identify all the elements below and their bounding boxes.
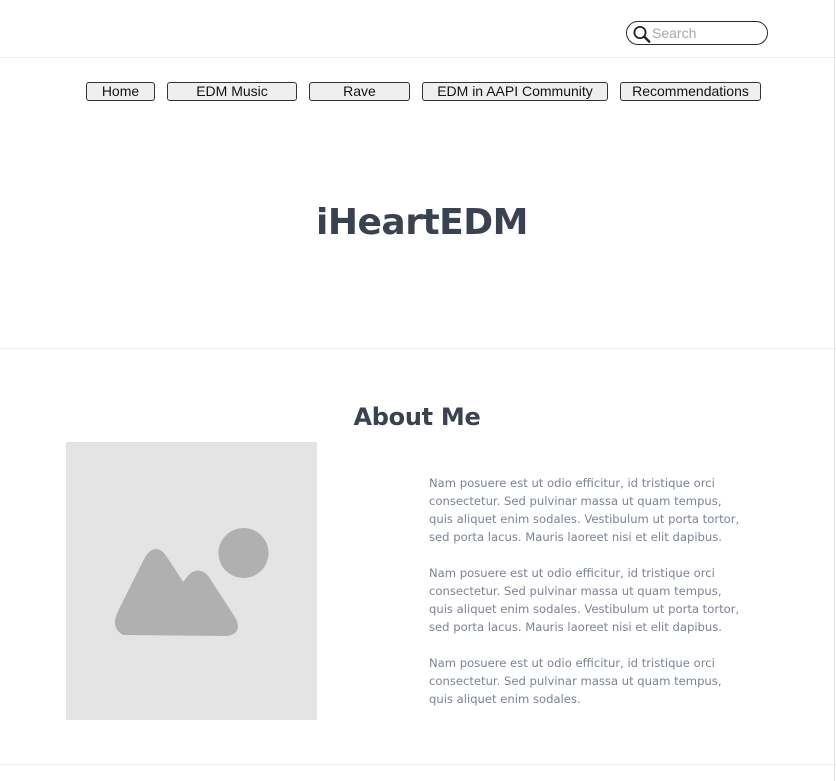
about-image [66,442,317,720]
about-paragraph-1: Nam posuere est ut odio efficitur, id tr… [429,476,740,544]
section-divider [0,764,836,765]
about-paragraph-3: Nam posuere est ut odio efficitur, id tr… [429,656,722,706]
page-edge-divider [834,0,835,781]
about-text: Nam posuere est ut odio efficitur, id tr… [429,474,749,726]
search-box[interactable] [626,21,768,45]
search-icon [633,26,651,43]
about-paragraph-2: Nam posuere est ut odio efficitur, id tr… [429,566,740,634]
top-bar [0,0,836,58]
main-nav: Home EDM Music Rave EDM in AAPI Communit… [0,82,836,102]
nav-home-button[interactable]: Home [86,82,155,101]
nav-recommendations-button[interactable]: Recommendations [620,82,761,101]
hero-section: iHeartEDM [0,120,836,349]
nav-edm-aapi-button[interactable]: EDM in AAPI Community [422,82,608,101]
search-input[interactable] [652,24,760,42]
about-heading: About Me [353,403,481,431]
nav-edm-music-button[interactable]: EDM Music [167,82,297,101]
image-placeholder-icon [115,528,269,636]
nav-rave-button[interactable]: Rave [309,82,410,101]
site-title: iHeartEDM [316,202,528,243]
